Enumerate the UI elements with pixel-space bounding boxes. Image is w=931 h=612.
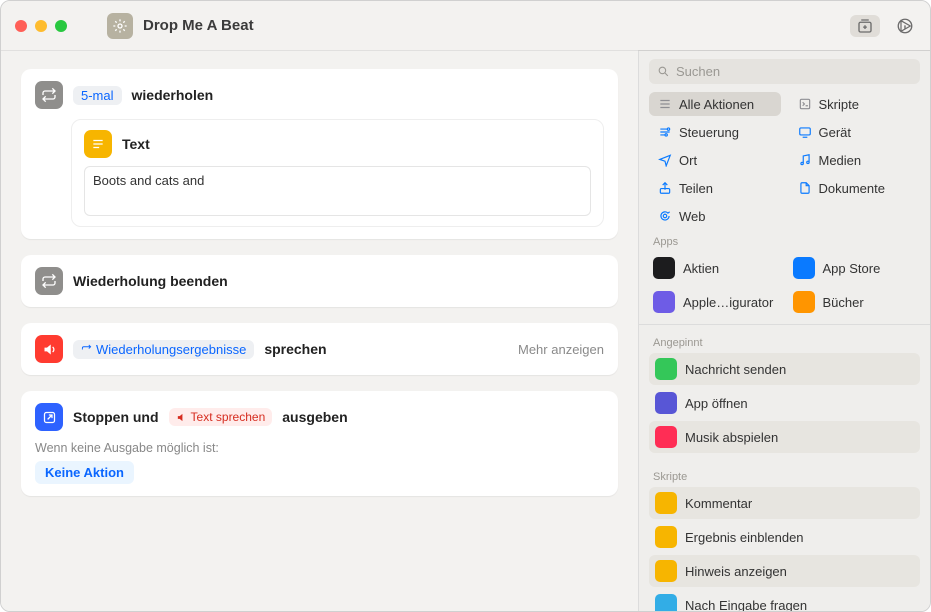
- category-icon: [657, 96, 673, 112]
- action-library: Suchen Alle Aktionen Skripte Steuerung Gerä…: [638, 51, 930, 611]
- app-apple-igurator[interactable]: Apple…igurator: [649, 286, 781, 318]
- speak-input-token[interactable]: Wiederholungsergebnisse: [73, 340, 254, 359]
- speak-token-label: Wiederholungsergebnisse: [96, 342, 246, 357]
- stop-input-pill[interactable]: Text sprechen: [169, 408, 273, 426]
- category-medien[interactable]: Medien: [789, 148, 921, 172]
- category-icon: [657, 208, 673, 224]
- category-teilen[interactable]: Teilen: [649, 176, 781, 200]
- script-kommentar[interactable]: Kommentar: [649, 487, 920, 519]
- app-app-store[interactable]: App Store: [789, 252, 921, 284]
- text-icon: [84, 130, 112, 158]
- library-button[interactable]: [850, 15, 880, 37]
- stop-pill-label: Text sprechen: [191, 410, 266, 424]
- category-alle-aktionen[interactable]: Alle Aktionen: [649, 92, 781, 116]
- speak-verb: sprechen: [264, 341, 326, 357]
- scripts-section-label: Skripte: [639, 463, 930, 487]
- repeat-icon: [35, 81, 63, 109]
- category-icon: [657, 152, 673, 168]
- category-icon: [797, 124, 813, 140]
- action-icon: [655, 492, 677, 514]
- search-placeholder: Suchen: [676, 64, 720, 79]
- window: Drop Me A Beat 5-mal: [0, 0, 931, 612]
- close-window-button[interactable]: [15, 20, 27, 32]
- category-icon: [657, 180, 673, 196]
- speak-icon: [35, 335, 63, 363]
- search-input[interactable]: Suchen: [649, 59, 920, 84]
- action-icon: [655, 594, 677, 611]
- app-icon: [793, 257, 815, 279]
- app-icon: [793, 291, 815, 313]
- page-title: Drop Me A Beat: [143, 17, 254, 34]
- category-icon: [797, 152, 813, 168]
- pinned-section-label: Angepinnt: [639, 329, 930, 353]
- shortcut-icon: [107, 13, 133, 39]
- sidebar-toolbar: [638, 1, 930, 51]
- stop-verb1: Stoppen und: [73, 409, 159, 425]
- no-action-token[interactable]: Keine Aktion: [35, 461, 134, 484]
- category-skripte[interactable]: Skripte: [789, 92, 921, 116]
- action-icon: [655, 358, 677, 380]
- category-web[interactable]: Web: [649, 204, 781, 228]
- text-action-title: Text: [122, 136, 150, 152]
- minimize-window-button[interactable]: [35, 20, 47, 32]
- apps-section-label: Apps: [639, 228, 930, 252]
- repeat-end-icon: [35, 267, 63, 295]
- stop-output-action[interactable]: Stoppen und Text sprechen ausgeben Wenn …: [21, 391, 618, 496]
- speak-action[interactable]: Wiederholungsergebnisse sprechen Mehr an…: [21, 323, 618, 375]
- category-icon: [797, 96, 813, 112]
- category-icon: [657, 124, 673, 140]
- stop-subtitle: Wenn keine Ausgabe möglich ist:: [35, 441, 604, 455]
- script-nach-eingabe-fragen[interactable]: Nach Eingabe fragen: [649, 589, 920, 611]
- category-gerät[interactable]: Gerät: [789, 120, 921, 144]
- script-hinweis-anzeigen[interactable]: Hinweis anzeigen: [649, 555, 920, 587]
- text-action[interactable]: Text Boots and cats and: [71, 119, 604, 227]
- text-action-input[interactable]: Boots and cats and: [84, 166, 591, 216]
- app-icon: [653, 257, 675, 279]
- app-aktien[interactable]: Aktien: [649, 252, 781, 284]
- pinned-nachricht-senden[interactable]: Nachricht senden: [649, 353, 920, 385]
- category-ort[interactable]: Ort: [649, 148, 781, 172]
- app-b-cher[interactable]: Bücher: [789, 286, 921, 318]
- repeat-verb: wiederholen: [132, 87, 214, 103]
- editor: 5-mal wiederholen Text Boots and cats an…: [1, 51, 638, 611]
- end-repeat-label: Wiederholung beenden: [73, 273, 228, 289]
- app-icon: [653, 291, 675, 313]
- repeat-count-token[interactable]: 5-mal: [73, 86, 122, 105]
- zoom-window-button[interactable]: [55, 20, 67, 32]
- show-more-button[interactable]: Mehr anzeigen: [518, 342, 604, 357]
- pinned-musik-abspielen[interactable]: Musik abspielen: [649, 421, 920, 453]
- window-controls: [15, 20, 67, 32]
- action-icon: [655, 526, 677, 548]
- end-repeat-action[interactable]: Wiederholung beenden: [21, 255, 618, 307]
- category-dokumente[interactable]: Dokumente: [789, 176, 921, 200]
- info-button[interactable]: [894, 15, 916, 37]
- search-icon: [657, 65, 670, 78]
- pinned-app-öffnen[interactable]: App öffnen: [649, 387, 920, 419]
- action-icon: [655, 560, 677, 582]
- script-ergebnis-einblenden[interactable]: Ergebnis einblenden: [649, 521, 920, 553]
- action-icon: [655, 392, 677, 414]
- output-icon: [35, 403, 63, 431]
- action-icon: [655, 426, 677, 448]
- repeat-action[interactable]: 5-mal wiederholen Text Boots and cats an…: [21, 69, 618, 239]
- stop-verb2: ausgeben: [282, 409, 347, 425]
- category-icon: [797, 180, 813, 196]
- category-steuerung[interactable]: Steuerung: [649, 120, 781, 144]
